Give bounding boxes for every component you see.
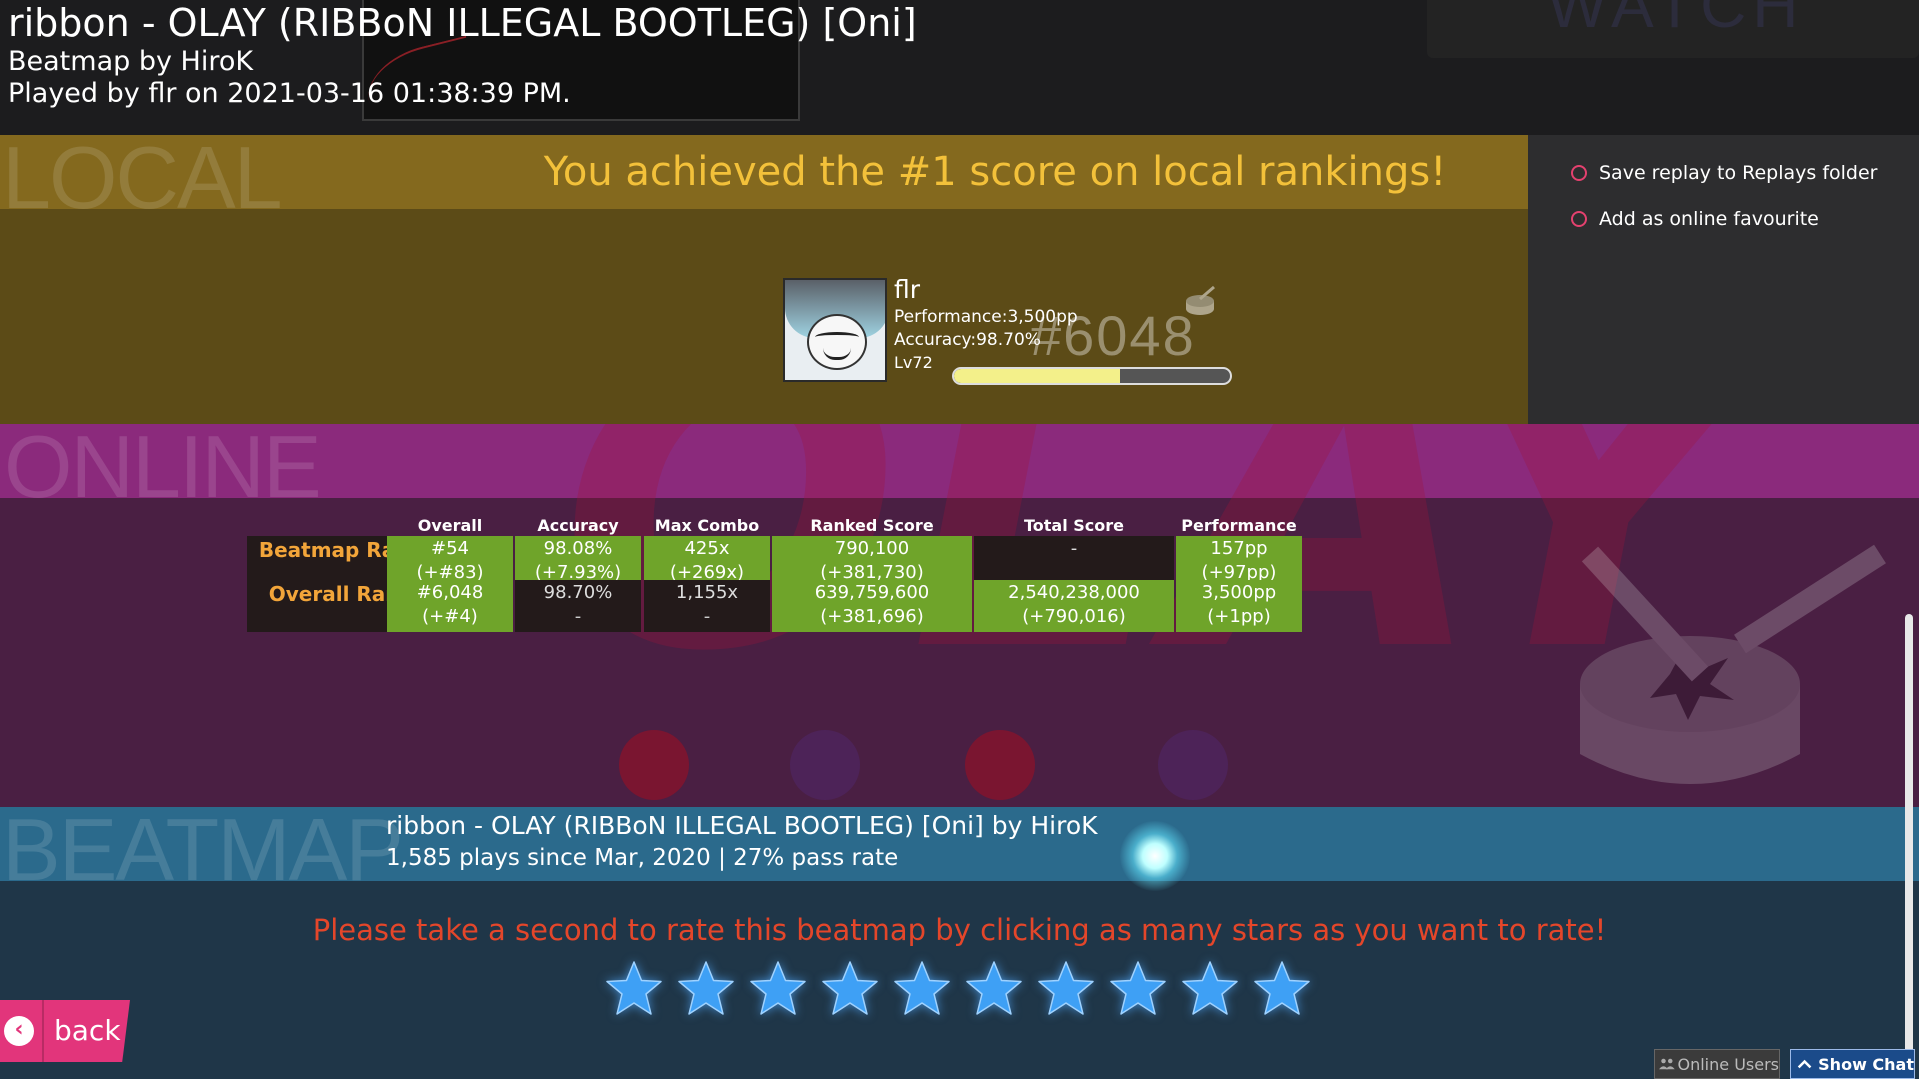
level-progress-bar	[952, 367, 1232, 385]
stat-value: 2,540,238,000	[1008, 582, 1140, 603]
chevron-up-icon	[1797, 1059, 1812, 1069]
background-dot	[790, 730, 860, 800]
back-label: back	[54, 1014, 121, 1047]
back-arrow-icon: ‹	[4, 1016, 34, 1046]
rating-star-icon[interactable]	[892, 959, 952, 1019]
stat-value: 157pp	[1210, 538, 1268, 559]
stat-value: 790,100	[834, 538, 910, 559]
column-header: Overall	[417, 516, 483, 535]
rating-star-icon[interactable]	[676, 959, 736, 1019]
online-users-label: Online Users	[1677, 1054, 1780, 1074]
radio-circle-icon	[1571, 165, 1587, 181]
taiko-mode-icon	[1186, 285, 1215, 315]
rating-stars	[604, 959, 1312, 1019]
stat-delta: -	[703, 606, 711, 627]
stat-delta: (+790,016)	[1022, 606, 1126, 627]
column-header: Performance	[1181, 516, 1297, 535]
stat-cell: 3,500pp (+1pp)	[1176, 580, 1302, 632]
stat-value: 425x	[684, 538, 730, 559]
user-level: Lv72	[894, 353, 933, 372]
local-ranking-message: You achieved the #1 score on local ranki…	[543, 149, 1447, 195]
stat-cell: 2,540,238,000 (+790,016)	[974, 580, 1174, 632]
stat-value: #54	[431, 538, 469, 559]
show-chat-button[interactable]: Show Chat	[1790, 1049, 1915, 1079]
stat-value: 98.70%	[543, 582, 613, 603]
online-favourite-option[interactable]: Add as online favourite	[1571, 208, 1819, 230]
stat-value: -	[1070, 538, 1078, 559]
user-name[interactable]: flr	[894, 275, 920, 304]
stat-delta: (+381,696)	[820, 606, 924, 627]
rating-star-icon[interactable]	[1180, 959, 1240, 1019]
song-title: ribbon - OLAY (RIBBoN ILLEGAL BOOTLEG) […	[8, 1, 917, 45]
stat-cell: 639,759,600 (+381,696)	[772, 580, 972, 632]
options-panel: Save replay to Replays folder Add as onl…	[1528, 135, 1919, 424]
watch-button-ghost: WATCH	[1427, 0, 1919, 58]
stat-value: #6,048	[416, 582, 484, 603]
background-dot	[965, 730, 1035, 800]
stat-cell: #6,048 (+#4)	[387, 580, 513, 632]
user-global-rank: #6048	[1030, 304, 1196, 367]
stat-value: 3,500pp	[1201, 582, 1277, 603]
beatmap-play-stats: 1,585 plays since Mar, 2020 | 27% pass r…	[386, 845, 899, 871]
stat-cell: 98.70% -	[515, 580, 641, 632]
stat-delta: -	[574, 606, 582, 627]
online-users-button[interactable]: Online Users	[1654, 1049, 1780, 1079]
column-header: Total Score	[1023, 516, 1125, 535]
rate-beatmap-message: Please take a second to rate this beatma…	[312, 913, 1607, 947]
stat-delta: (+1pp)	[1207, 606, 1271, 627]
header-bar: WATCH ribbon - OLAY (RIBBoN ILLEGAL BOOT…	[0, 0, 1919, 135]
stat-delta: (+#4)	[422, 606, 478, 627]
scrollbar[interactable]	[1905, 614, 1913, 1054]
save-replay-option[interactable]: Save replay to Replays folder	[1571, 162, 1878, 184]
online-section-label: ONLINE	[4, 424, 322, 516]
local-section: LOCAL You achieved the #1 score on local…	[0, 135, 1528, 424]
show-chat-label: Show Chat	[1818, 1054, 1914, 1074]
online-section: OLAY ONLINE Overall Accuracy Max Combo Rank…	[0, 424, 1919, 807]
cursor-glow	[1120, 821, 1190, 891]
avatar[interactable]	[783, 278, 887, 382]
rating-star-icon[interactable]	[748, 959, 808, 1019]
column-header: Max Combo	[654, 516, 760, 535]
rating-star-icon[interactable]	[1108, 959, 1168, 1019]
stat-value: 1,155x	[675, 582, 739, 603]
rating-star-icon[interactable]	[1036, 959, 1096, 1019]
stat-value: 639,759,600	[814, 582, 930, 603]
beatmap-title: ribbon - OLAY (RIBBoN ILLEGAL BOOTLEG) […	[386, 811, 1098, 840]
stat-value: 98.08%	[543, 538, 613, 559]
background-dot	[619, 730, 689, 800]
online-favourite-label: Add as online favourite	[1599, 208, 1819, 230]
taiko-drum-icon	[1580, 544, 1886, 784]
users-icon	[1659, 1058, 1675, 1070]
played-by-line: Played by flr on 2021-03-16 01:38:39 PM.	[8, 78, 571, 109]
stat-cell: 1,155x -	[644, 580, 770, 632]
rating-star-icon[interactable]	[820, 959, 880, 1019]
level-progress-fill	[954, 369, 1120, 383]
save-replay-label: Save replay to Replays folder	[1599, 162, 1878, 184]
background-dot	[1158, 730, 1228, 800]
back-button[interactable]: ‹ back	[0, 1000, 130, 1062]
beatmap-creator: Beatmap by HiroK	[8, 46, 254, 77]
rating-star-icon[interactable]	[964, 959, 1024, 1019]
radio-circle-icon	[1571, 211, 1587, 227]
beatmap-section-label: BEATMAP	[2, 807, 404, 899]
user-accuracy: Accuracy:98.70%	[894, 330, 1041, 350]
rating-star-icon[interactable]	[1252, 959, 1312, 1019]
beatmap-section: BEATMAP ribbon - OLAY (RIBBoN ILLEGAL BO…	[0, 807, 1919, 1079]
rating-star-icon[interactable]	[604, 959, 664, 1019]
column-header: Accuracy	[537, 516, 619, 535]
column-header: Ranked Score	[810, 516, 934, 535]
